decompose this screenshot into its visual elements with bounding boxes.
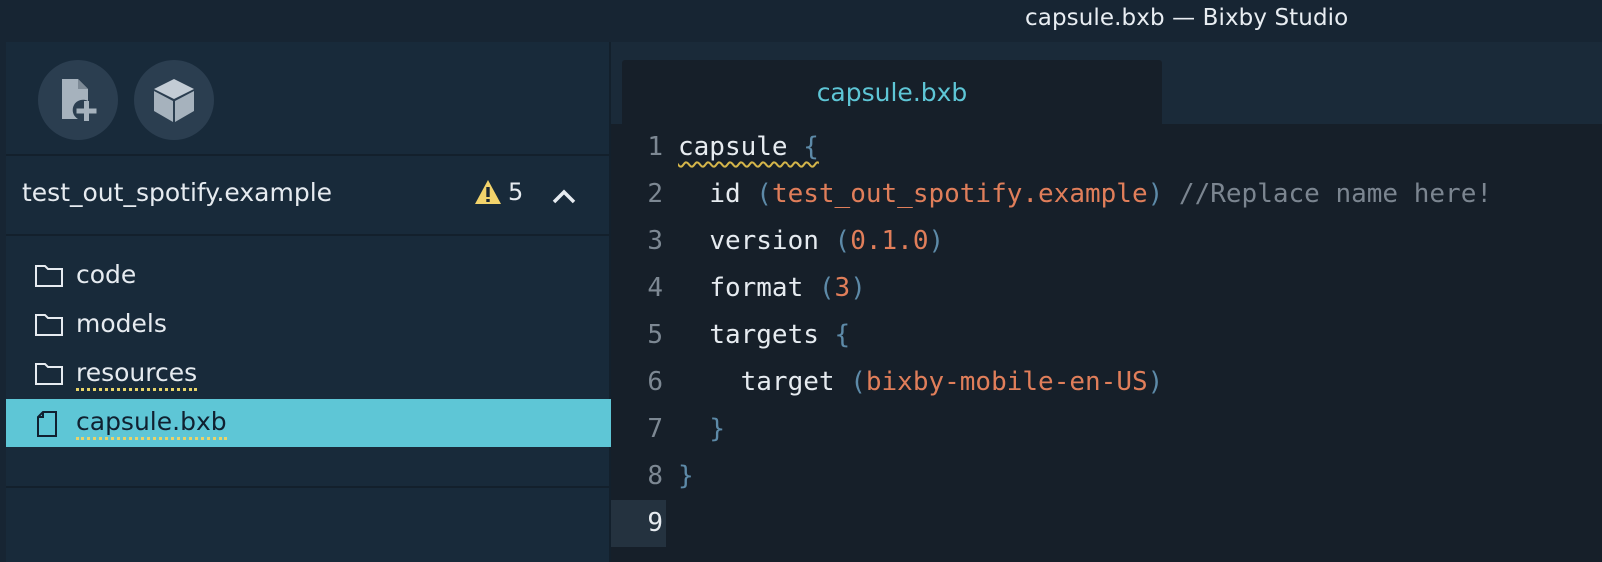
collapse-button[interactable] [546, 178, 582, 214]
punctuation: { [787, 132, 819, 162]
file-tree: code models resources capsule.bxb [6, 238, 611, 488]
capsule-button[interactable] [134, 60, 214, 140]
code-text: format (3) [678, 273, 866, 303]
comment: //Replace name here! [1163, 179, 1493, 209]
code-line: 3 version (0.1.0) [611, 218, 1602, 265]
line-number: 3 [647, 226, 663, 256]
file-icon [37, 411, 57, 437]
tree-item-label: models [76, 309, 167, 338]
keyword: capsule [678, 132, 788, 162]
cube-icon [154, 79, 194, 122]
line-number: 9 [647, 508, 663, 538]
tab-label: capsule.bxb [816, 77, 968, 107]
code-line: 1 capsule { [611, 124, 1602, 171]
keyword: format [709, 273, 804, 303]
code-text: capsule { [678, 132, 819, 162]
line-number: 7 [647, 414, 663, 444]
keyword: id [709, 179, 741, 209]
warning-badge[interactable]: 5 [474, 178, 523, 206]
new-file-icon [62, 79, 97, 121]
punctuation: } [678, 461, 694, 491]
tree-item-code[interactable]: code [6, 252, 611, 300]
line-number: 2 [647, 179, 663, 209]
value: test_out_spotify.example [771, 179, 1148, 209]
punctuation: ) [1147, 179, 1164, 209]
code-line: 4 format (3) [611, 265, 1602, 312]
keyword: target [740, 367, 835, 397]
value: 0.1.0 [850, 226, 929, 256]
sidebar-toolbar [6, 42, 611, 156]
punctuation: ) [850, 273, 866, 303]
folder-icon [35, 363, 63, 385]
punctuation: ( [818, 226, 851, 256]
punctuation: ( [834, 367, 866, 397]
code-area[interactable]: 1 capsule { 2 id (test_out_spotify.examp… [611, 124, 1602, 562]
value: bixby-mobile-en-US [865, 367, 1148, 397]
code-text: } [678, 461, 694, 491]
tree-item-capsule-bxb[interactable]: capsule.bxb [6, 399, 611, 447]
folder-icon [35, 314, 63, 336]
warning-count: 5 [508, 178, 524, 206]
punctuation: ( [740, 179, 772, 209]
code-line: 6 target (bixby-mobile-en-US) [611, 359, 1602, 406]
editor-pane: capsule.bxb 1 capsule { 2 id (test_out_s… [611, 42, 1602, 562]
punctuation: { [818, 320, 851, 350]
tree-item-label: code [76, 260, 137, 289]
new-file-button[interactable] [38, 60, 118, 140]
tree-item-models[interactable]: models [6, 301, 611, 349]
code-text: version (0.1.0) [678, 226, 944, 256]
tree-item-label: resources [76, 358, 198, 391]
punctuation: ) [1147, 367, 1164, 397]
code-line: 2 id (test_out_spotify.example) //Replac… [611, 171, 1602, 218]
warning-icon [475, 180, 501, 204]
title-bar: capsule.bxb — Bixby Studio [0, 0, 1602, 42]
line-number: 8 [647, 461, 663, 491]
code-text: targets { [678, 320, 850, 350]
tab-capsule-bxb[interactable]: capsule.bxb [622, 60, 1162, 124]
punctuation: ) [928, 226, 945, 256]
tree-item-label: capsule.bxb [76, 407, 227, 440]
code-line: 7 } [611, 406, 1602, 453]
value: 3 [834, 273, 851, 303]
line-number: 5 [647, 320, 663, 350]
code-line: 8 } [611, 453, 1602, 500]
chevron-up-icon [552, 189, 576, 204]
code-line: 5 targets { [611, 312, 1602, 359]
line-number: 4 [647, 273, 663, 303]
keyword: targets [709, 320, 819, 350]
code-line-current: 9 [611, 500, 1602, 547]
punctuation: } [709, 414, 725, 444]
folder-icon [35, 265, 63, 287]
line-number: 1 [647, 132, 663, 162]
code-text: target (bixby-mobile-en-US) [678, 367, 1164, 397]
tree-item-resources[interactable]: resources [6, 350, 611, 398]
project-name: test_out_spotify.example [22, 178, 333, 207]
line-number: 6 [647, 367, 663, 397]
code-text: } [678, 414, 725, 444]
window-title: capsule.bxb — Bixby Studio [1025, 5, 1349, 31]
code-text: id (test_out_spotify.example) //Replace … [678, 179, 1492, 209]
keyword: version [709, 226, 819, 256]
project-header[interactable]: test_out_spotify.example 5 [6, 156, 611, 236]
sidebar: test_out_spotify.example 5 code models r… [6, 42, 611, 562]
punctuation: ( [803, 273, 835, 303]
tab-strip: capsule.bxb [611, 42, 1602, 124]
